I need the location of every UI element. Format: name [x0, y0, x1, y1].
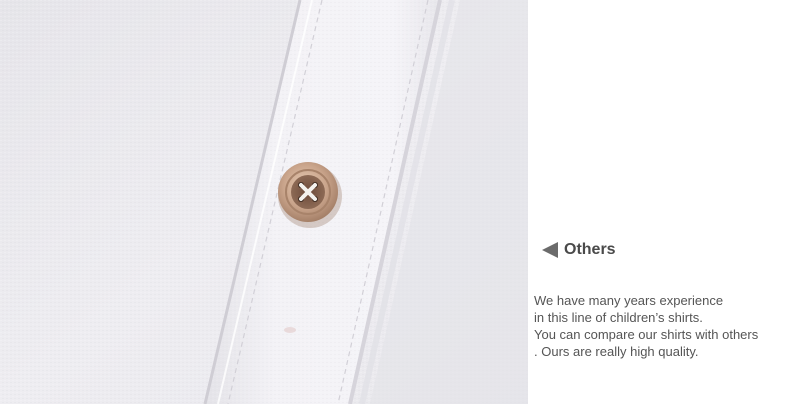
section-heading: Others	[542, 240, 616, 260]
product-detail-panel: Others We have many years experience in …	[0, 0, 790, 404]
shirt-button-photo	[0, 0, 528, 404]
left-triangle-icon	[542, 242, 558, 258]
description-line: in this line of children’s shirts.	[534, 310, 703, 325]
section-title: Others	[564, 241, 616, 258]
section-description: We have many years experience in this li…	[534, 292, 788, 360]
description-line: We have many years experience	[534, 293, 724, 308]
description-line: You can compare our shirts with others	[534, 327, 759, 342]
description-line: . Ours are really high quality.	[534, 344, 699, 359]
